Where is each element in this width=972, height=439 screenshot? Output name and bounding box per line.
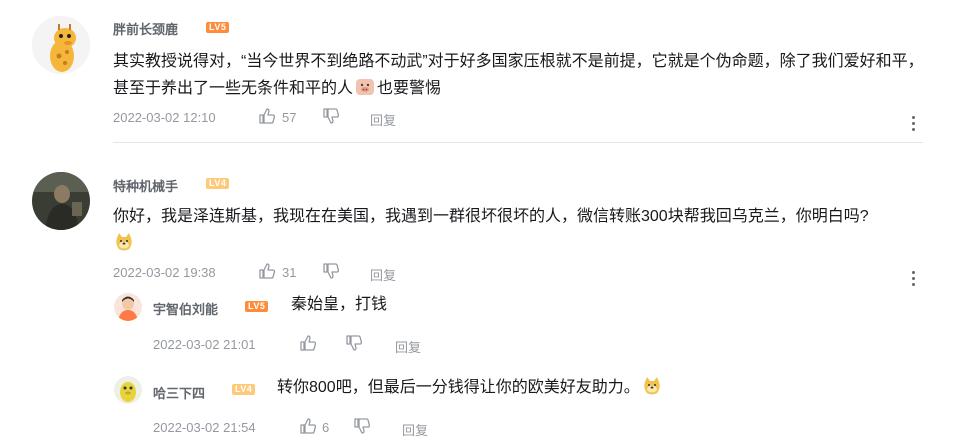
level-badge: LV5 bbox=[245, 301, 269, 312]
thumbs-up-icon[interactable] bbox=[299, 417, 317, 435]
doge-emoji-icon bbox=[116, 233, 132, 251]
like-count: 6 bbox=[322, 420, 330, 435]
username[interactable]: 哈三下四 bbox=[153, 383, 205, 402]
reply-button[interactable]: 回复 bbox=[395, 337, 421, 356]
comment-text: 其实教授说得对，“当今世界不到绝路不动武”对于好多国家压根就不是前提，它就是个伪… bbox=[113, 48, 928, 102]
reply-avatar-icon bbox=[114, 376, 142, 404]
pig-face-emoji-icon bbox=[356, 79, 375, 95]
reply-button[interactable]: 回复 bbox=[370, 265, 396, 284]
thumbs-up-icon[interactable] bbox=[299, 334, 317, 352]
thumbs-down-icon[interactable] bbox=[322, 107, 340, 125]
giraffe-avatar-icon bbox=[32, 16, 90, 74]
reply-button[interactable]: 回复 bbox=[370, 110, 396, 129]
reply-button[interactable]: 回复 bbox=[402, 420, 428, 439]
avatar[interactable] bbox=[114, 376, 142, 404]
avatar[interactable] bbox=[114, 293, 142, 321]
username[interactable]: 胖前长颈鹿 bbox=[113, 19, 178, 38]
timestamp: 2022-03-02 21:01 bbox=[153, 337, 256, 352]
like-count: 57 bbox=[282, 110, 297, 125]
thumbs-down-icon[interactable] bbox=[345, 334, 363, 352]
avatar[interactable] bbox=[32, 172, 90, 230]
thumbs-down-icon[interactable] bbox=[322, 262, 340, 280]
level-badge: LV4 bbox=[232, 384, 256, 395]
divider bbox=[113, 142, 923, 143]
reply-avatar-icon bbox=[114, 293, 142, 321]
more-options-icon[interactable] bbox=[912, 116, 916, 134]
thumbs-up-icon[interactable] bbox=[258, 262, 276, 280]
level-badge: LV5 bbox=[206, 22, 230, 33]
username[interactable]: 宇智伯刘能 bbox=[153, 299, 218, 318]
comment-text-tail: 也要警惕 bbox=[377, 80, 442, 97]
photo-avatar-icon bbox=[32, 172, 90, 230]
like-count: 31 bbox=[282, 265, 297, 280]
username[interactable]: 特种机械手 bbox=[113, 176, 178, 195]
timestamp: 2022-03-02 12:10 bbox=[113, 110, 216, 125]
comment-text-main: 其实教授说得对，“当今世界不到绝路不动武”对于好多国家压根就不是前提，它就是个伪… bbox=[113, 53, 924, 97]
more-options-icon[interactable] bbox=[912, 271, 916, 289]
comment-text-main: 你好，我是泽连斯基，我现在在美国，我遇到一群很坏很坏的人，微信转账300块帮我回… bbox=[113, 208, 869, 225]
thumbs-up-icon[interactable] bbox=[258, 107, 276, 125]
reply-text: 转你800吧，但最后一分钱得让你的欧美好友助力。 bbox=[277, 374, 664, 401]
thumbs-down-icon[interactable] bbox=[353, 417, 371, 435]
doge-emoji-icon bbox=[644, 377, 660, 395]
timestamp: 2022-03-02 19:38 bbox=[113, 265, 216, 280]
level-badge: LV4 bbox=[206, 178, 230, 189]
comment-text: 你好，我是泽连斯基，我现在在美国，我遇到一群很坏很坏的人，微信转账300块帮我回… bbox=[113, 203, 928, 257]
reply-text: 秦始皇，打钱 bbox=[291, 296, 388, 313]
timestamp: 2022-03-02 21:54 bbox=[153, 420, 256, 435]
reply-text-main: 转你800吧，但最后一分钱得让你的欧美好友助力。 bbox=[277, 379, 640, 396]
avatar[interactable] bbox=[32, 16, 90, 74]
